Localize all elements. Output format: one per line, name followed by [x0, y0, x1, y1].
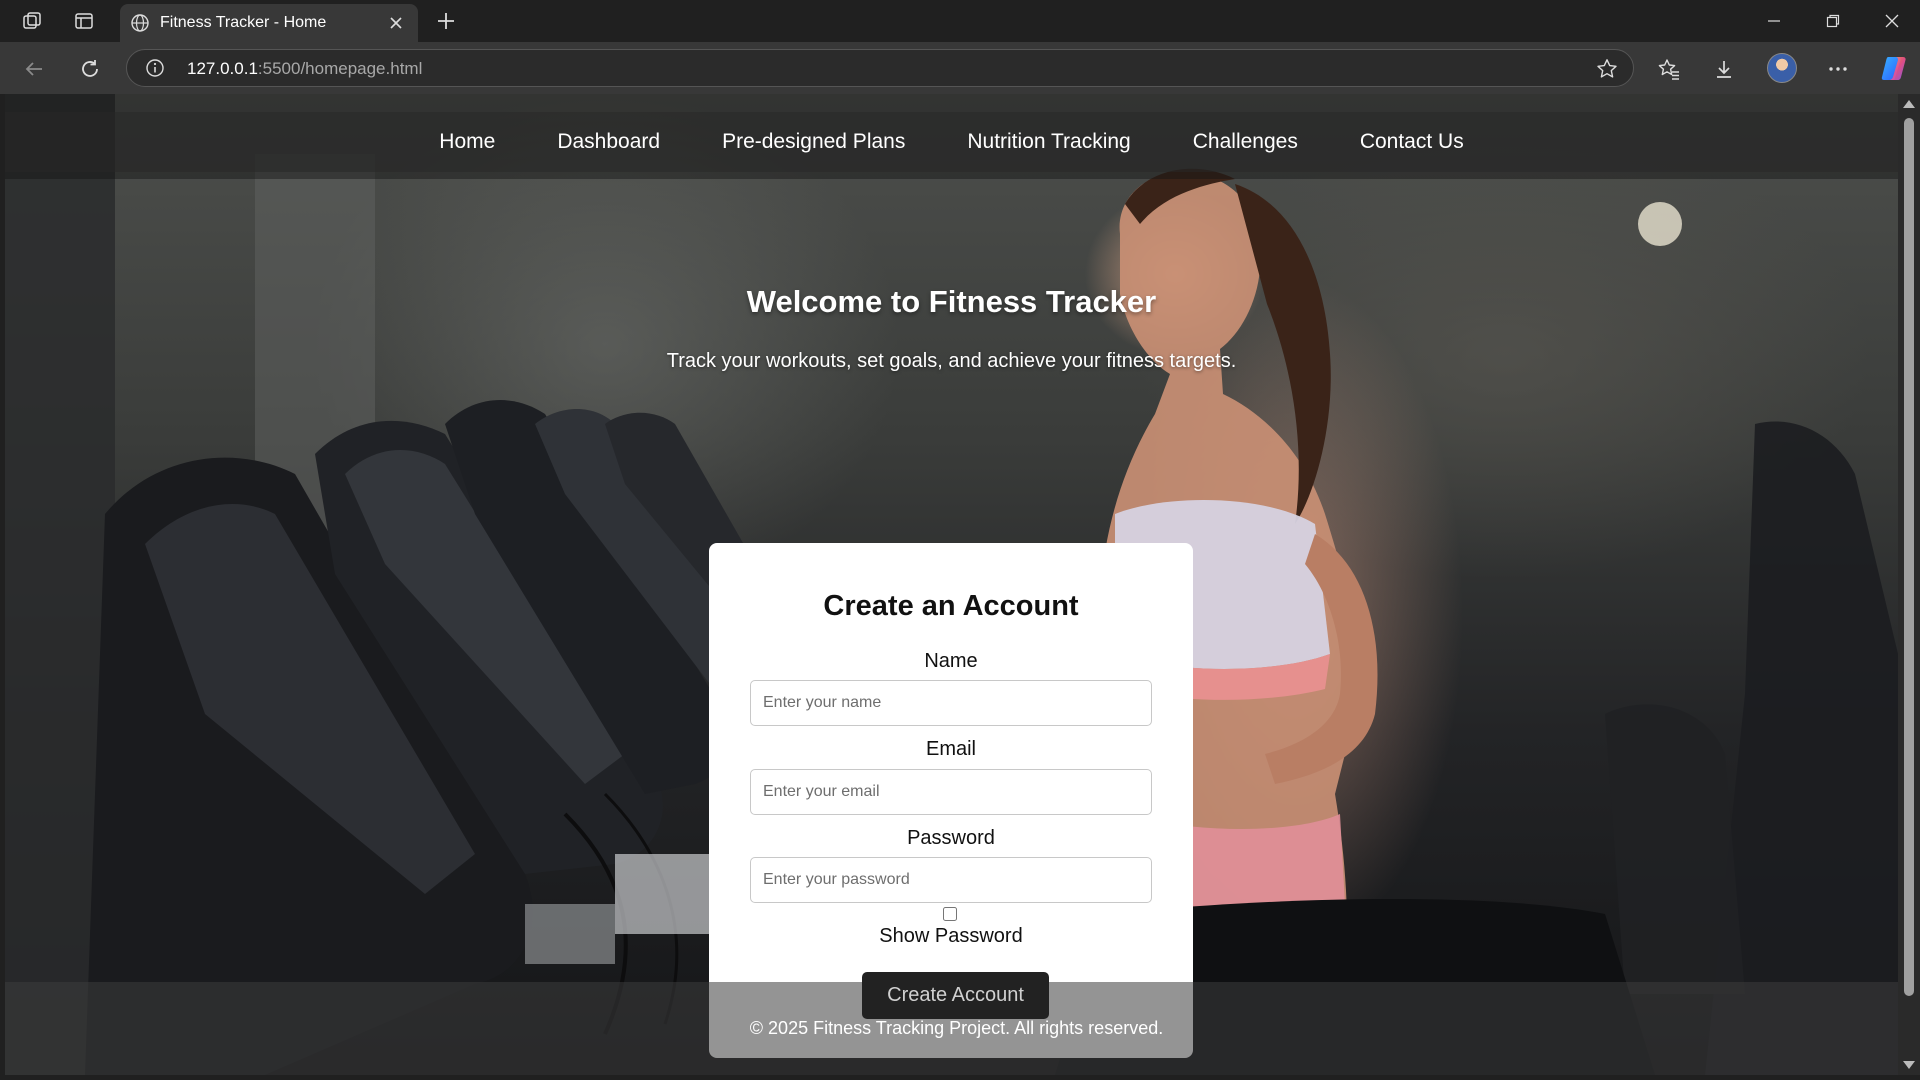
info-icon[interactable]	[145, 58, 165, 78]
plus-icon[interactable]	[430, 6, 462, 36]
name-label: Name	[924, 650, 978, 672]
tab-title: Fitness Tracker - Home	[160, 14, 327, 31]
restore-icon[interactable]	[1805, 0, 1861, 42]
window-bottom-edge	[0, 1075, 1920, 1080]
email-input[interactable]	[750, 769, 1152, 815]
name-input[interactable]	[750, 680, 1152, 726]
main-navigation: Home Dashboard Pre-designed Plans Nutrit…	[5, 112, 1898, 172]
favorites-icon[interactable]	[1651, 51, 1687, 87]
show-password-checkbox[interactable]	[943, 907, 957, 921]
email-label: Email	[925, 738, 976, 760]
hero-subtitle: Track your workouts, set goals, and achi…	[666, 350, 1237, 372]
url-host: 127.0.0.1	[187, 59, 258, 78]
nav-nutrition-tracking[interactable]: Nutrition Tracking	[936, 130, 1161, 154]
browser-tab[interactable]: Fitness Tracker - Home	[120, 4, 418, 42]
back-arrow-icon[interactable]	[16, 51, 52, 87]
close-icon[interactable]	[1864, 0, 1920, 42]
copilot-icon[interactable]	[1879, 53, 1909, 83]
hero-title: Welcome to Fitness Tracker	[746, 284, 1157, 319]
create-account-button[interactable]: Create Account	[862, 972, 1049, 1019]
browser-titlebar: Fitness Tracker - Home	[0, 0, 1920, 42]
download-icon[interactable]	[1706, 51, 1742, 87]
nav-challenges[interactable]: Challenges	[1162, 130, 1329, 154]
url-text[interactable]: 127.0.0.1:5500/homepage.html	[187, 59, 422, 79]
footer-copyright: © 2025 Fitness Tracking Project. All rig…	[749, 1018, 1164, 1038]
avatar[interactable]	[1767, 53, 1797, 83]
page-viewport: Home Dashboard Pre-designed Plans Nutrit…	[5, 94, 1898, 1075]
browser-toolbar: 127.0.0.1:5500/homepage.html	[0, 42, 1920, 94]
address-bar[interactable]: 127.0.0.1:5500/homepage.html	[126, 49, 1634, 87]
more-icon[interactable]	[1820, 51, 1856, 87]
star-icon[interactable]	[1595, 57, 1619, 81]
nav-pre-designed-plans[interactable]: Pre-designed Plans	[691, 130, 936, 154]
close-icon[interactable]	[384, 11, 408, 35]
url-path: :5500/homepage.html	[257, 59, 423, 78]
nav-contact-us[interactable]: Contact Us	[1329, 130, 1495, 154]
password-input[interactable]	[750, 857, 1152, 903]
page-scrollbar[interactable]	[1898, 94, 1920, 1075]
tab-actions-icon[interactable]	[68, 6, 100, 36]
signup-title: Create an Account	[823, 590, 1079, 622]
workspaces-icon[interactable]	[16, 6, 48, 36]
refresh-icon[interactable]	[72, 51, 108, 87]
password-label: Password	[907, 827, 995, 849]
scroll-up-arrow-icon[interactable]	[1903, 100, 1915, 108]
globe-icon	[130, 13, 150, 33]
minimize-icon[interactable]	[1746, 0, 1802, 42]
nav-dashboard[interactable]: Dashboard	[526, 130, 691, 154]
show-password-label: Show Password	[879, 925, 1023, 947]
nav-home[interactable]: Home	[408, 130, 526, 154]
scrollbar-thumb[interactable]	[1904, 118, 1914, 996]
scroll-down-arrow-icon[interactable]	[1903, 1061, 1915, 1069]
